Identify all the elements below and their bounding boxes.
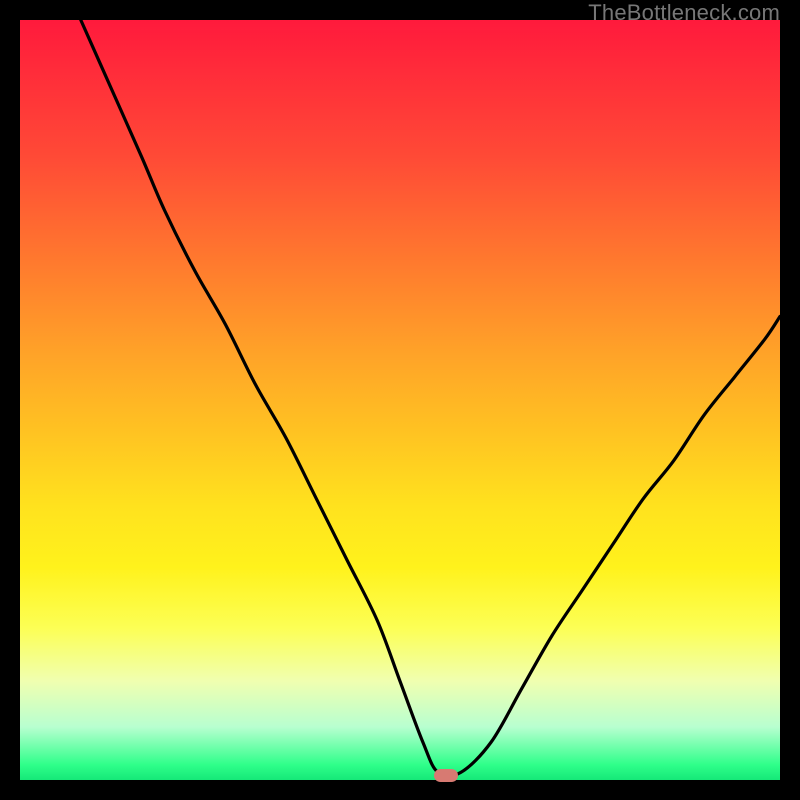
chart-frame: TheBottleneck.com <box>0 0 800 800</box>
trough-marker <box>434 769 458 782</box>
plot-area <box>20 20 780 780</box>
bottleneck-curve <box>20 20 780 780</box>
